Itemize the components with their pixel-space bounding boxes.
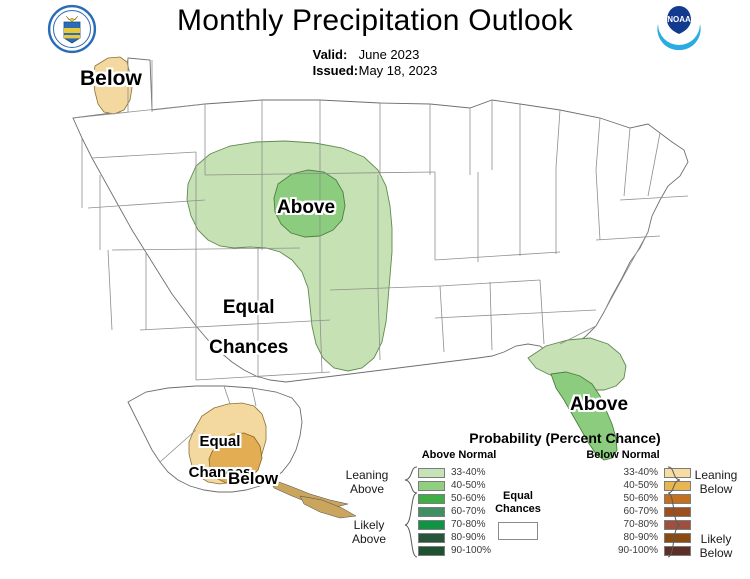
valid-label: Valid: (312, 47, 348, 62)
page-title: Monthly Precipitation Outlook (177, 4, 573, 37)
brace-likely-above (404, 492, 418, 558)
leaning-above-l2: Above (349, 482, 385, 496)
legend-swatch-above-1 (418, 480, 445, 491)
noaa-logo-icon: NOAA (655, 4, 703, 52)
issued-label: Issued: (312, 63, 359, 78)
legend-range-below-2: 50-60% (623, 493, 658, 504)
legend-below-normal-header: Below Normal (586, 449, 660, 461)
legend-swatch-above-5 (418, 532, 445, 543)
legend-range-below-6: 90-100% (617, 545, 658, 556)
legend-row-above-33-40: 33-40% (418, 466, 491, 479)
department-of-commerce-seal-icon (47, 4, 97, 54)
legend-range-below-3: 60-70% (623, 506, 658, 517)
map-label-central-above: Above (277, 197, 336, 218)
eqc-line1: Equal (503, 490, 533, 502)
valid-value: June 2023 (358, 47, 420, 62)
map-label-central-equal-chances: Equal Chances (188, 278, 288, 378)
alaska-equal-line1: Equal (199, 432, 241, 450)
likely-below-l1: Likely (700, 532, 732, 546)
legend-range-below-5: 80-90% (623, 532, 658, 543)
leaning-below-l1: Leaning (694, 468, 738, 482)
equal-line1: Equal (222, 296, 275, 318)
legend-title: Probability (Percent Chance) (469, 430, 661, 446)
precipitation-outlook-page: .bd{fill:none;stroke:#8e8e8e;stroke-widt… (0, 0, 750, 579)
legend-swatch-above-3 (418, 506, 445, 517)
legend-swatch-above-2 (418, 493, 445, 504)
legend-group-likely-below: Likely Below (682, 532, 750, 560)
legend-group-leaning-below: Leaning Below (682, 468, 750, 496)
leaning-above-l1: Leaning (345, 468, 389, 482)
legend-equal-chances: Equal Chances (480, 490, 556, 540)
legend-range-above-0: 33-40% (451, 467, 486, 478)
likely-above-l2: Above (351, 532, 387, 546)
legend-above-normal-header: Above Normal (421, 449, 497, 461)
issued-value: May 18, 2023 (358, 63, 438, 78)
legend-row-above-90-100: 90-100% (418, 544, 491, 557)
likely-above-l1: Likely (353, 518, 385, 532)
legend-range-below-1: 40-50% (623, 480, 658, 491)
likely-below-l2: Below (699, 546, 733, 560)
valid-row: Valid: June 2023 (313, 47, 438, 63)
brace-leaning-above (404, 466, 418, 494)
legend-range-above-6: 90-100% (451, 545, 492, 556)
legend-range-below-0: 33-40% (623, 467, 658, 478)
eqc-line2: Chances (495, 503, 541, 515)
brace-leaning-below (667, 466, 681, 494)
brace-likely-below (667, 492, 681, 558)
map-label-alaska-below: Below (228, 469, 279, 488)
map-label-northwest-below: Below (80, 67, 142, 90)
legend-equal-chances-swatch (498, 522, 538, 540)
map-label-florida-above: Above (570, 394, 629, 415)
issued-row: Issued:May 18, 2023 (313, 63, 438, 79)
noaa-wordmark: NOAA (667, 15, 691, 24)
legend-group-leaning-above: Leaning Above (330, 468, 404, 496)
legend-range-below-4: 70-80% (623, 519, 658, 530)
legend-swatch-above-4 (418, 519, 445, 530)
legend-swatch-above-6 (418, 545, 445, 556)
probability-legend: Probability (Percent Chance) Above Norma… (330, 430, 750, 579)
legend-swatch-above-0 (418, 467, 445, 478)
equal-line2: Chances (209, 336, 289, 358)
leaning-below-l2: Below (699, 482, 733, 496)
legend-group-likely-above: Likely Above (334, 518, 404, 546)
